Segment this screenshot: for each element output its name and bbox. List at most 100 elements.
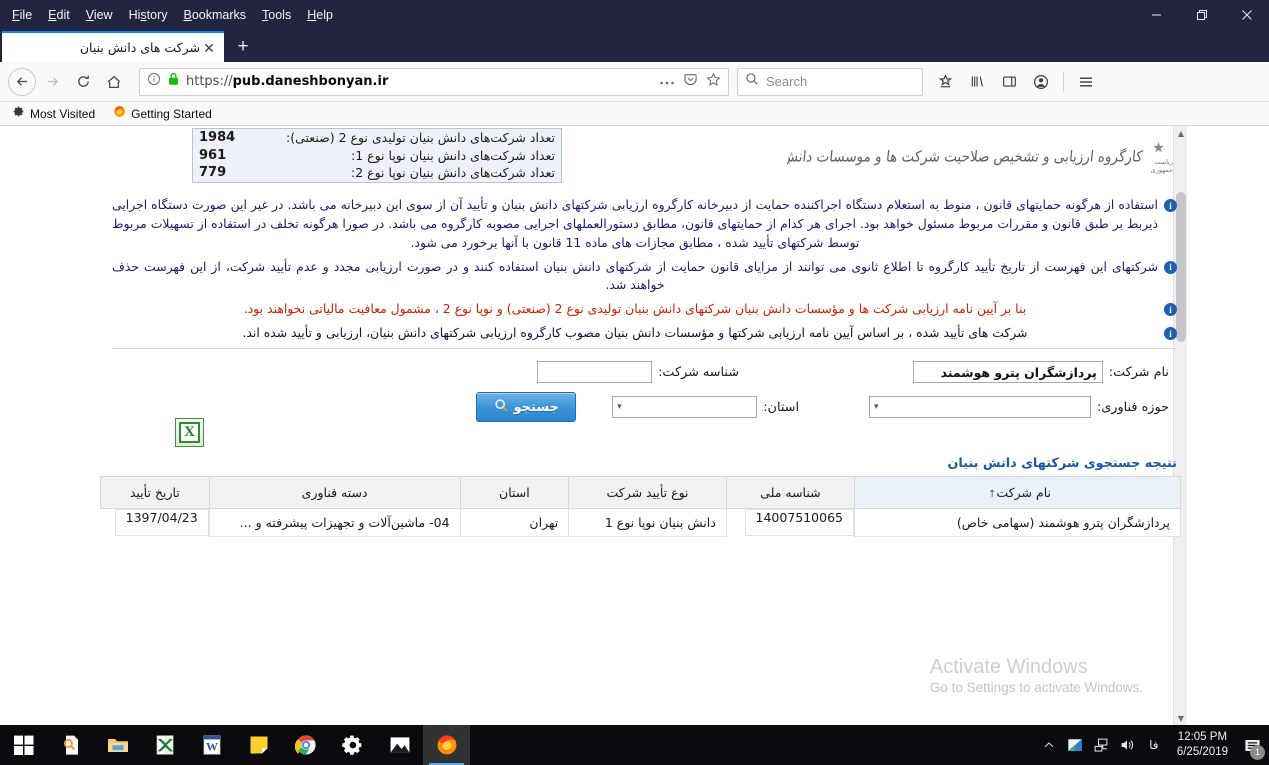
tab-title: شرکت های دانش بنیان: [79, 40, 200, 55]
menu-bar: File Edit View History Bookmarks Tools H…: [0, 4, 341, 26]
firefox-icon: [113, 105, 126, 123]
save-to-pocket-icon[interactable]: [930, 67, 960, 97]
settings-button[interactable]: [329, 725, 376, 765]
bookmarks-bar: Most Visited Getting Started: [0, 102, 1269, 126]
col-company-name[interactable]: نام شرکت↑: [854, 476, 1181, 509]
lock-icon[interactable]: [167, 72, 180, 91]
bookmark-getting-started[interactable]: Getting Started: [109, 103, 216, 125]
notice-text: بنا بر آیین نامه ارزیابی شرکت ها و مؤسسا…: [243, 301, 1027, 317]
chevron-down-icon: ▾: [617, 402, 622, 412]
url-bar[interactable]: https://pub.daneshbonyan.ir: [139, 67, 729, 96]
province-select[interactable]: ▾: [612, 396, 758, 418]
network-icon[interactable]: [1088, 725, 1114, 765]
photos-button[interactable]: [376, 725, 423, 765]
menu-history[interactable]: History: [121, 4, 176, 26]
activate-windows-watermark: Activate Windows Go to Settings to activ…: [930, 655, 1143, 695]
windows-logo-icon: [13, 735, 33, 755]
menu-tools[interactable]: Tools: [254, 4, 299, 26]
results-table-body: پردازشگران پترو هوشمند (سهامی خاص) 14007…: [101, 508, 1181, 537]
language-indicator[interactable]: فا: [1140, 725, 1168, 765]
company-id-input[interactable]: [537, 361, 653, 383]
volume-icon[interactable]: [1114, 725, 1140, 765]
account-icon[interactable]: [1026, 67, 1056, 97]
restore-icon[interactable]: [1179, 0, 1224, 29]
search-button[interactable]: جستجو: [476, 392, 577, 422]
menu-help[interactable]: Help: [299, 4, 341, 26]
cell-approval-type: دانش بنیان نوپا نوع 1: [568, 508, 727, 537]
sticky-notes-button[interactable]: [235, 725, 282, 765]
menu-icon[interactable]: [1071, 67, 1101, 97]
watermark-subtitle: Go to Settings to activate Windows.: [929, 680, 1143, 695]
info-icon[interactable]: [147, 72, 161, 91]
search-button[interactable]: [47, 725, 94, 765]
browser-tab[interactable]: شرکت های دانش بنیان ✕: [2, 31, 224, 62]
star-icon[interactable]: [706, 71, 721, 92]
table-row[interactable]: پردازشگران پترو هوشمند (سهامی خاص) 14007…: [101, 508, 1181, 537]
info-icon: i: [1164, 199, 1177, 212]
minimize-icon[interactable]: [1134, 0, 1179, 29]
windows-taskbar: W فا 12:05 PM 6/25/2019 1: [0, 725, 1269, 765]
chrome-button[interactable]: [282, 725, 329, 765]
new-tab-button[interactable]: +: [228, 31, 258, 62]
search-input-placeholder: Search: [766, 74, 808, 89]
form-row-1: نام شرکت: پردازشگران پترو هوشمند شناسه ش…: [111, 361, 1169, 383]
stats-row: تعداد شرکت‌های دانش بنیان نوپا نوع 2: 77…: [193, 164, 561, 182]
clock-date: 6/25/2019: [1176, 746, 1228, 758]
company-name-input[interactable]: پردازشگران پترو هوشمند: [912, 361, 1103, 383]
menu-bookmarks[interactable]: Bookmarks: [176, 4, 255, 26]
col-tech-category[interactable]: دسته فناوری: [208, 476, 461, 509]
col-national-id[interactable]: شناسه ملی: [725, 476, 856, 509]
scrollbar-thumb[interactable]: [1176, 192, 1186, 342]
menu-file[interactable]: File: [4, 4, 40, 26]
cell-national-id: 14007510065: [744, 509, 854, 536]
notification-center-button[interactable]: 1: [1237, 725, 1267, 765]
cell-province: تهران: [459, 508, 570, 537]
web-page: ▲ ▼ ریاست جمهوری کارگروه ارزیابی و تشخیص…: [94, 126, 1187, 725]
forward-icon[interactable]: [37, 67, 67, 97]
tech-field-select[interactable]: ▾: [869, 396, 1091, 418]
table-header-row: نام شرکت↑ شناسه ملی نوع تأیید شرکت استان…: [100, 476, 1181, 509]
close-icon[interactable]: ✕: [200, 39, 218, 57]
search-form: نام شرکت: پردازشگران پترو هوشمند شناسه ش…: [111, 361, 1169, 431]
back-icon[interactable]: [8, 67, 36, 96]
col-province[interactable]: استان: [459, 476, 570, 509]
library-icon[interactable]: [962, 67, 992, 97]
stats-value: 779: [199, 165, 227, 181]
stats-label: تعداد شرکت‌های دانش بنیان تولیدی نوع 2 (…: [286, 130, 555, 146]
chrome-icon: [294, 735, 316, 755]
notice-item: i بنا بر آیین نامه ارزیابی شرکت ها و مؤس…: [112, 300, 1177, 319]
chevron-up-icon[interactable]: [1036, 725, 1062, 765]
menu-view[interactable]: View: [78, 4, 121, 26]
bookmark-most-visited[interactable]: Most Visited: [8, 103, 99, 125]
ellipsis-icon[interactable]: [659, 73, 675, 91]
gear-icon: [341, 735, 361, 755]
start-button[interactable]: [0, 725, 47, 765]
system-tray: فا 12:05 PM 6/25/2019 1: [1036, 725, 1269, 765]
close-icon[interactable]: [1224, 0, 1269, 29]
excel-button[interactable]: [141, 725, 188, 765]
file-explorer-button[interactable]: [94, 725, 141, 765]
col-approval-type[interactable]: نوع تأیید شرکت: [568, 476, 727, 509]
chevron-down-icon: ▾: [874, 402, 879, 412]
emblem-caption: ریاست جمهوری: [1150, 157, 1173, 174]
word-button[interactable]: W: [188, 725, 235, 765]
clock[interactable]: 12:05 PM 6/25/2019: [1168, 725, 1237, 765]
col-approval-date[interactable]: تاریخ تأیید: [100, 476, 210, 509]
search-bar[interactable]: Search: [737, 67, 923, 96]
pocket-icon[interactable]: [683, 72, 698, 92]
display-icon[interactable]: [1062, 725, 1088, 765]
firefox-button[interactable]: [423, 725, 470, 765]
sidebar-icon[interactable]: [994, 67, 1024, 97]
excel-export-button[interactable]: X: [175, 418, 204, 447]
scroll-down-arrow[interactable]: ▼: [1174, 711, 1188, 725]
stats-value: 961: [199, 147, 227, 163]
notices-list: i استفاده از هرگونه حمایتهای قانون ، منو…: [112, 196, 1177, 348]
svg-text:W: W: [206, 739, 218, 753]
reload-icon[interactable]: [68, 67, 98, 97]
toolbar-separator: [1063, 71, 1064, 92]
menu-edit[interactable]: Edit: [40, 4, 78, 26]
word-icon: W: [203, 735, 220, 755]
home-icon[interactable]: [99, 67, 129, 97]
company-id-label: شناسه شرکت:: [658, 364, 739, 380]
field-tech-field: حوزه فناوری: ▾: [869, 396, 1169, 418]
